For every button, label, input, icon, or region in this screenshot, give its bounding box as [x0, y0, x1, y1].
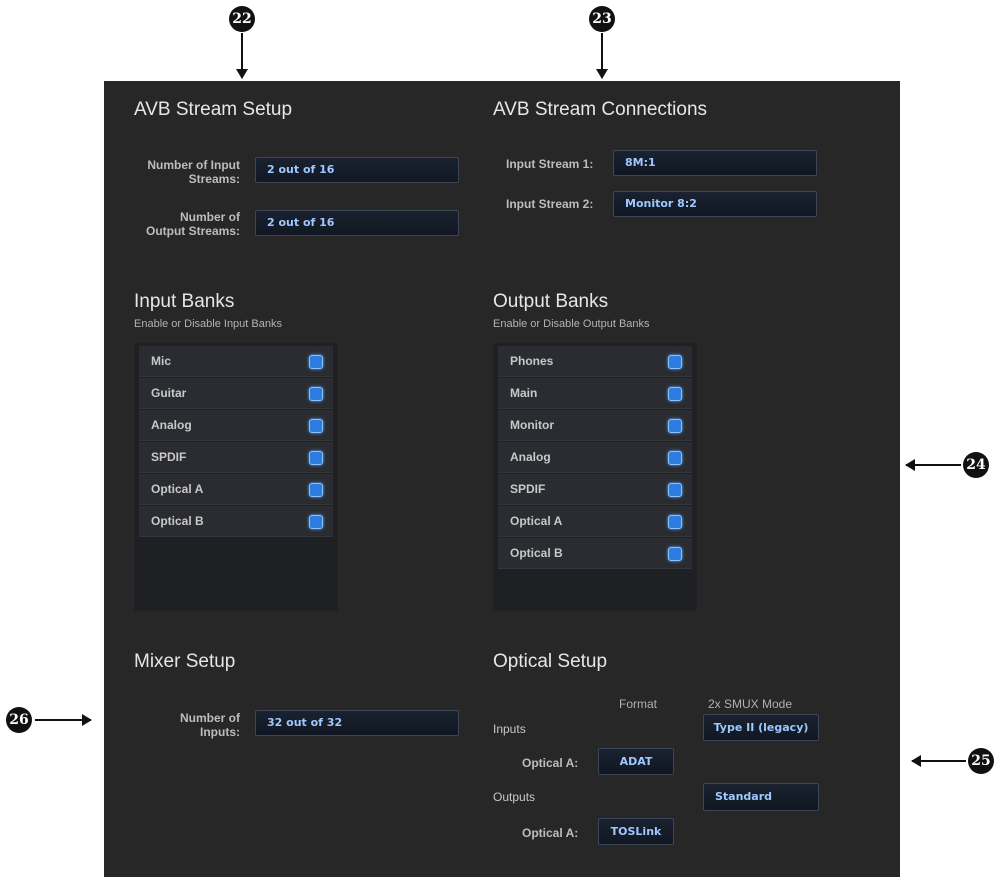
output-banks-list: Phones Main Monitor Analog SPDIF Optical…	[493, 343, 697, 611]
optical-setup-title: Optical Setup	[493, 651, 608, 672]
input-bank-row-optical-b[interactable]: Optical B	[139, 506, 333, 537]
optical-inputs-format-select[interactable]: ADAT	[598, 748, 674, 775]
callout-23-arrow	[596, 33, 608, 79]
output-bank-label: Monitor	[510, 418, 554, 432]
callout-26-arrow	[35, 714, 92, 726]
avb-setup-title: AVB Stream Setup	[134, 99, 293, 120]
output-bank-label: Optical A	[510, 514, 563, 528]
input-bank-checkbox[interactable]	[309, 451, 323, 465]
input-bank-label: Mic	[151, 354, 172, 368]
input-stream-2-select[interactable]: Monitor 8:2	[613, 191, 817, 217]
input-bank-checkbox[interactable]	[309, 387, 323, 401]
output-bank-checkbox[interactable]	[668, 515, 682, 529]
optical-inputs-smux-select[interactable]: Type II (legacy)	[703, 714, 819, 741]
input-bank-label: Optical A	[151, 482, 204, 496]
output-bank-row-optical-b[interactable]: Optical B	[498, 538, 692, 569]
output-bank-label: Optical B	[510, 546, 563, 560]
output-bank-label: Main	[510, 386, 538, 400]
output-bank-row-monitor[interactable]: Monitor	[498, 410, 692, 441]
input-bank-label: Guitar	[151, 386, 187, 400]
input-bank-checkbox[interactable]	[309, 355, 323, 369]
optical-inputs-label: Inputs	[493, 722, 526, 736]
output-bank-label: Analog	[510, 450, 551, 464]
output-bank-row-optical-a[interactable]: Optical A	[498, 506, 692, 537]
optical-outputs-format-select[interactable]: TOSLink	[598, 818, 674, 845]
optical-format-header: Format	[619, 697, 658, 711]
input-streams-label-line2: Streams:	[188, 172, 240, 186]
mixer-inputs-label-line1: Number of	[180, 711, 240, 725]
callout-22: 22	[229, 6, 255, 32]
optical-outputs-smux-select[interactable]: Standard	[703, 783, 819, 811]
input-streams-label-line1: Number of Input	[147, 158, 240, 172]
input-bank-label: SPDIF	[151, 450, 187, 464]
output-banks-subtitle: Enable or Disable Output Banks	[493, 318, 650, 330]
input-bank-row-analog[interactable]: Analog	[139, 410, 333, 441]
input-streams-label: Number of Input Streams:	[114, 158, 240, 186]
callout-24-arrow	[905, 459, 961, 471]
input-bank-row-optical-a[interactable]: Optical A	[139, 474, 333, 505]
mixer-inputs-select[interactable]: 32 out of 32	[255, 710, 459, 736]
mixer-inputs-label: Number of Inputs:	[114, 711, 240, 739]
output-streams-select[interactable]: 2 out of 16	[255, 210, 459, 236]
output-bank-row-analog[interactable]: Analog	[498, 442, 692, 473]
input-stream-1-label: Input Stream 1:	[506, 157, 594, 171]
input-bank-checkbox[interactable]	[309, 483, 323, 497]
output-bank-checkbox[interactable]	[668, 387, 682, 401]
optical-smux-header: 2x SMUX Mode	[708, 697, 793, 711]
callout-25: 25	[968, 748, 994, 774]
output-bank-checkbox[interactable]	[668, 451, 682, 465]
input-bank-row-guitar[interactable]: Guitar	[139, 378, 333, 409]
callout-26: 26	[6, 707, 32, 733]
input-streams-select[interactable]: 2 out of 16	[255, 157, 459, 183]
input-stream-1-select[interactable]: 8M:1	[613, 150, 817, 176]
mixer-setup-title: Mixer Setup	[134, 651, 236, 672]
optical-inputs-optical-a-label: Optical A:	[522, 756, 579, 770]
input-stream-2-label: Input Stream 2:	[506, 197, 594, 211]
input-bank-checkbox[interactable]	[309, 515, 323, 529]
input-bank-checkbox[interactable]	[309, 419, 323, 433]
output-banks-title: Output Banks	[493, 291, 609, 312]
input-bank-row-mic[interactable]: Mic	[139, 346, 333, 377]
output-bank-checkbox[interactable]	[668, 419, 682, 433]
input-bank-row-spdif[interactable]: SPDIF	[139, 442, 333, 473]
output-bank-checkbox[interactable]	[668, 483, 682, 497]
output-bank-checkbox[interactable]	[668, 547, 682, 561]
optical-outputs-optical-a-label: Optical A:	[522, 826, 579, 840]
mixer-inputs-label-line2: Inputs:	[200, 725, 240, 739]
optical-outputs-label: Outputs	[493, 790, 536, 804]
output-streams-label-line1: Number of	[180, 210, 240, 224]
settings-panel: AVB Stream Setup Number of Input Streams…	[104, 81, 900, 877]
input-bank-label: Analog	[151, 418, 192, 432]
callout-24: 24	[963, 452, 989, 478]
input-banks-subtitle: Enable or Disable Input Banks	[134, 318, 282, 330]
output-bank-row-main[interactable]: Main	[498, 378, 692, 409]
output-bank-row-spdif[interactable]: SPDIF	[498, 474, 692, 505]
input-bank-label: Optical B	[151, 514, 204, 528]
callout-23: 23	[589, 6, 615, 32]
output-streams-label: Number of Output Streams:	[114, 210, 240, 238]
input-banks-list: Mic Guitar Analog SPDIF Optical A Optica…	[134, 343, 338, 611]
output-bank-label: SPDIF	[510, 482, 546, 496]
callout-25-arrow	[911, 755, 966, 767]
output-bank-checkbox[interactable]	[668, 355, 682, 369]
output-bank-label: Phones	[510, 354, 554, 368]
output-streams-label-line2: Output Streams:	[145, 224, 240, 238]
output-bank-row-phones[interactable]: Phones	[498, 346, 692, 377]
avb-connections-title: AVB Stream Connections	[493, 99, 708, 120]
input-banks-title: Input Banks	[134, 291, 235, 312]
callout-22-arrow	[236, 33, 248, 79]
